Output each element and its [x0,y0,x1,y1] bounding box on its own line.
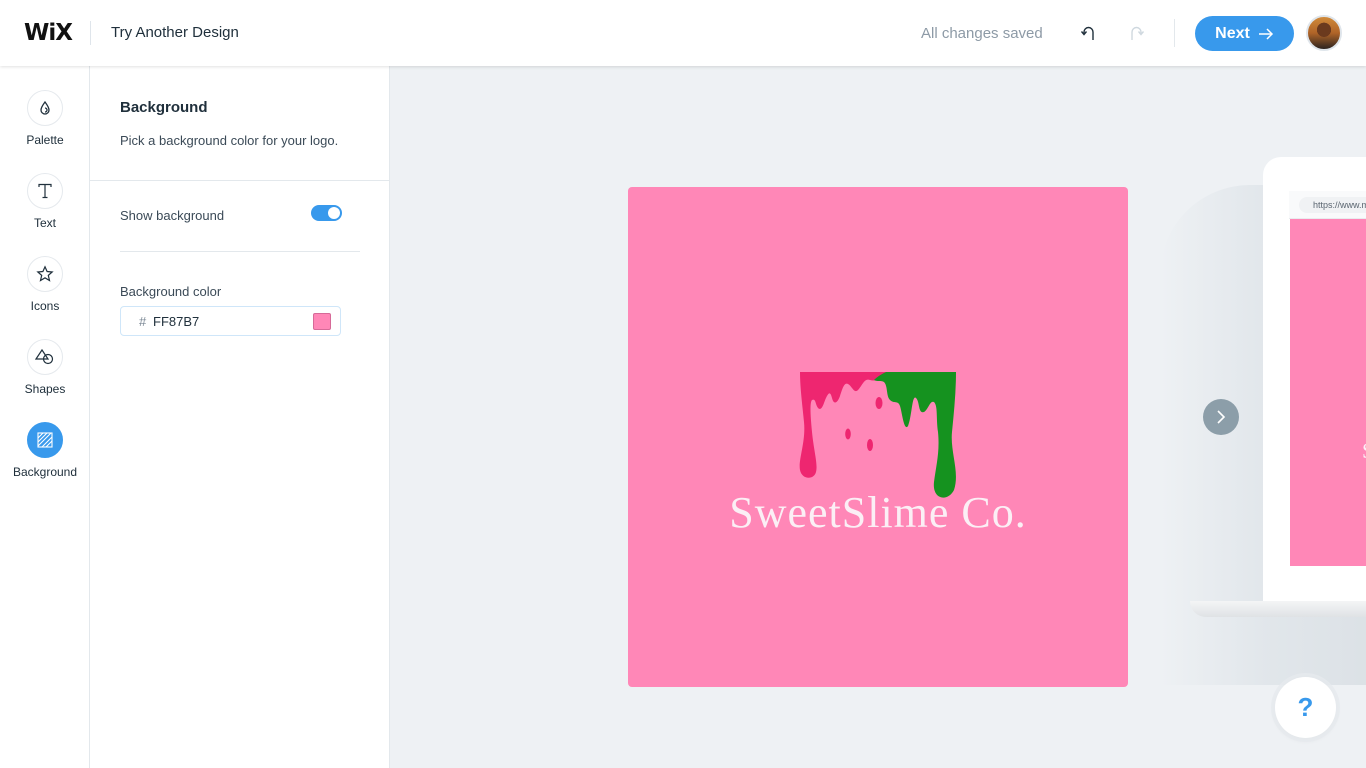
sidebar-item-label: Background [12,465,78,479]
sidebar-item-icon-wrap [27,422,63,458]
page-title: Try Another Design [111,24,239,41]
show-background-toggle[interactable] [311,205,342,221]
text-icon [38,183,52,199]
next-button[interactable]: Next [1195,16,1294,51]
logo-text[interactable]: SweetSlime Co. [628,487,1128,538]
redo-icon [1131,26,1145,40]
help-icon: ? [1297,692,1314,722]
divider [90,180,390,181]
redo-button[interactable] [1125,22,1147,44]
pink-drip [799,372,886,478]
hash-prefix: # [139,314,147,329]
shapes-icon [35,348,54,365]
sidebar-item-label: Text [33,216,56,230]
star-icon [36,265,54,282]
arrow-right-icon [1258,27,1273,40]
sidebar-item-palette[interactable]: Palette [0,90,90,147]
color-swatch[interactable] [313,313,331,330]
user-avatar[interactable] [1306,15,1342,51]
sidebar-item-icon-wrap [27,256,63,292]
help-button[interactable]: ? [1275,677,1336,738]
pink-droplet [875,397,883,409]
hex-color-input[interactable] [153,312,293,330]
top-bar: WiX Try Another Design All changes saved… [0,0,1366,66]
next-preview-button[interactable] [1203,399,1239,435]
save-status: All changes saved [921,25,1043,42]
divider [120,251,360,252]
sidebar-item-label: Shapes [24,382,66,396]
logo-preview: SweetSlime Co. [628,187,1128,687]
undo-icon [1080,26,1094,40]
mockup-logo-text: S [1362,438,1366,464]
show-background-label: Show background [120,208,225,223]
sidebar: Palette Text Icons Shapes Background [0,66,90,768]
divider [90,21,91,45]
panel-title: Background [120,99,208,116]
sidebar-item-icon-wrap [27,339,63,375]
divider [1174,19,1175,47]
chevron-right-icon [1217,410,1226,424]
background-icon [37,432,53,448]
mockup-url: https://www.m [1299,197,1366,213]
mockup-url-bar: https://www.m [1289,191,1366,219]
mockup-screen [1290,219,1366,566]
toggle-knob [328,207,340,219]
sidebar-item-shapes[interactable]: Shapes [0,339,90,396]
next-label: Next [1215,24,1250,42]
undo-button[interactable] [1078,22,1100,44]
background-panel: Background Pick a background color for y… [90,66,390,768]
sidebar-item-background[interactable]: Background [0,422,90,479]
laptop-base [1190,601,1366,617]
background-color-field[interactable]: # [120,306,341,336]
sidebar-item-label: Icons [30,299,60,313]
pink-droplet [867,439,873,451]
sidebar-item-icon-wrap [27,90,63,126]
sidebar-item-icons[interactable]: Icons [0,256,90,313]
sidebar-item-icon-wrap [27,173,63,209]
green-drip [874,372,956,498]
sidebar-item-label: Palette [26,133,64,147]
pink-droplet [845,428,851,440]
background-color-label: Background color [120,284,222,299]
panel-description: Pick a background color for your logo. [120,133,339,148]
sidebar-item-text[interactable]: Text [0,173,90,230]
slime-drip-icon [799,372,956,498]
drop-icon [40,100,50,115]
wix-logo[interactable]: WiX [24,20,73,46]
